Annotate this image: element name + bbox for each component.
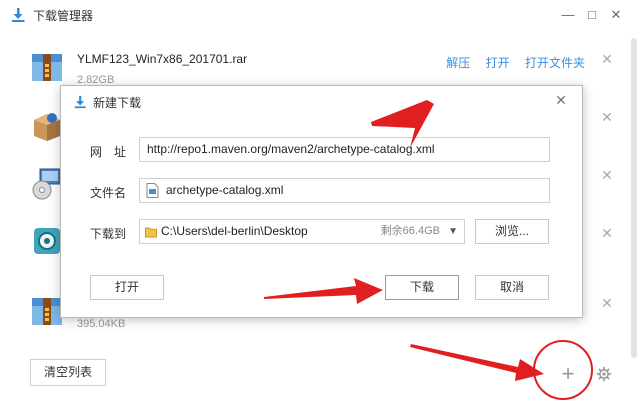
restore-button[interactable]: □ [583, 6, 601, 24]
rar-archive-icon [32, 298, 62, 325]
item-actions: 解压 打开 打开文件夹 [434, 54, 585, 71]
open-button[interactable]: 打开 [90, 275, 164, 300]
open-folder-link[interactable]: 打开文件夹 [525, 56, 585, 70]
installer-box-icon [34, 113, 60, 141]
folder-icon [145, 227, 157, 238]
minimize-button[interactable]: — [559, 6, 577, 24]
close-button[interactable]: ✕ [607, 6, 625, 24]
dialog-title: 新建下载 [93, 96, 142, 110]
url-label: 网 址 [90, 145, 127, 159]
filename-value: archetype-catalog.xml [166, 183, 284, 197]
filename-input[interactable]: archetype-catalog.xml [139, 178, 550, 203]
gear-app-icon [34, 228, 60, 254]
setup-cd-icon [32, 168, 61, 200]
extract-link[interactable]: 解压 [446, 56, 470, 70]
scrollbar[interactable] [631, 38, 637, 358]
file-name: YLMF123_Win7x86_201701.rar [77, 52, 248, 66]
remove-item-icon[interactable]: ✕ [600, 296, 614, 310]
browse-button[interactable]: 浏览... [475, 219, 549, 244]
remove-item-icon[interactable]: ✕ [600, 168, 614, 182]
download-button[interactable]: 下载 [385, 275, 459, 300]
dialog-close-icon[interactable]: ✕ [554, 93, 568, 107]
remove-item-icon[interactable]: ✕ [600, 226, 614, 240]
download-arrow-icon [74, 95, 86, 109]
save-path-select[interactable]: C:\Users\del-berlin\Desktop 剩余66.4GB ▼ [139, 219, 465, 244]
open-link[interactable]: 打开 [486, 56, 510, 70]
annotation-arrow-add [410, 344, 544, 381]
cancel-button[interactable]: 取消 [475, 275, 549, 300]
new-download-dialog: 新建下载 ✕ 网 址 http://repo1.maven.org/maven2… [60, 85, 583, 318]
title-bar: 下载管理器 — □ ✕ [0, 0, 641, 30]
url-input[interactable]: http://repo1.maven.org/maven2/archetype-… [139, 137, 550, 162]
file-size: 395.04KB [77, 318, 126, 330]
download-manager-window: 下载管理器 — □ ✕ YLMF123_Win7x86_201701.rar 2… [0, 0, 641, 402]
chevron-down-icon[interactable]: ▼ [448, 220, 458, 243]
download-arrow-icon [12, 8, 25, 22]
remove-item-icon[interactable]: ✕ [600, 52, 614, 66]
add-download-button[interactable]: + [557, 363, 579, 385]
save-path-value: C:\Users\del-berlin\Desktop [161, 224, 308, 238]
window-title: 下载管理器 [33, 9, 94, 23]
save-to-label: 下载到 [90, 227, 127, 241]
free-space: 剩余66.4GB [380, 225, 440, 237]
url-value: http://repo1.maven.org/maven2/archetype-… [147, 142, 435, 156]
gear-icon[interactable] [596, 366, 612, 382]
xml-file-icon [146, 183, 159, 198]
filename-label: 文件名 [90, 186, 127, 200]
remove-item-icon[interactable]: ✕ [600, 110, 614, 124]
rar-archive-icon [32, 54, 62, 81]
clear-list-button[interactable]: 清空列表 [30, 359, 106, 386]
